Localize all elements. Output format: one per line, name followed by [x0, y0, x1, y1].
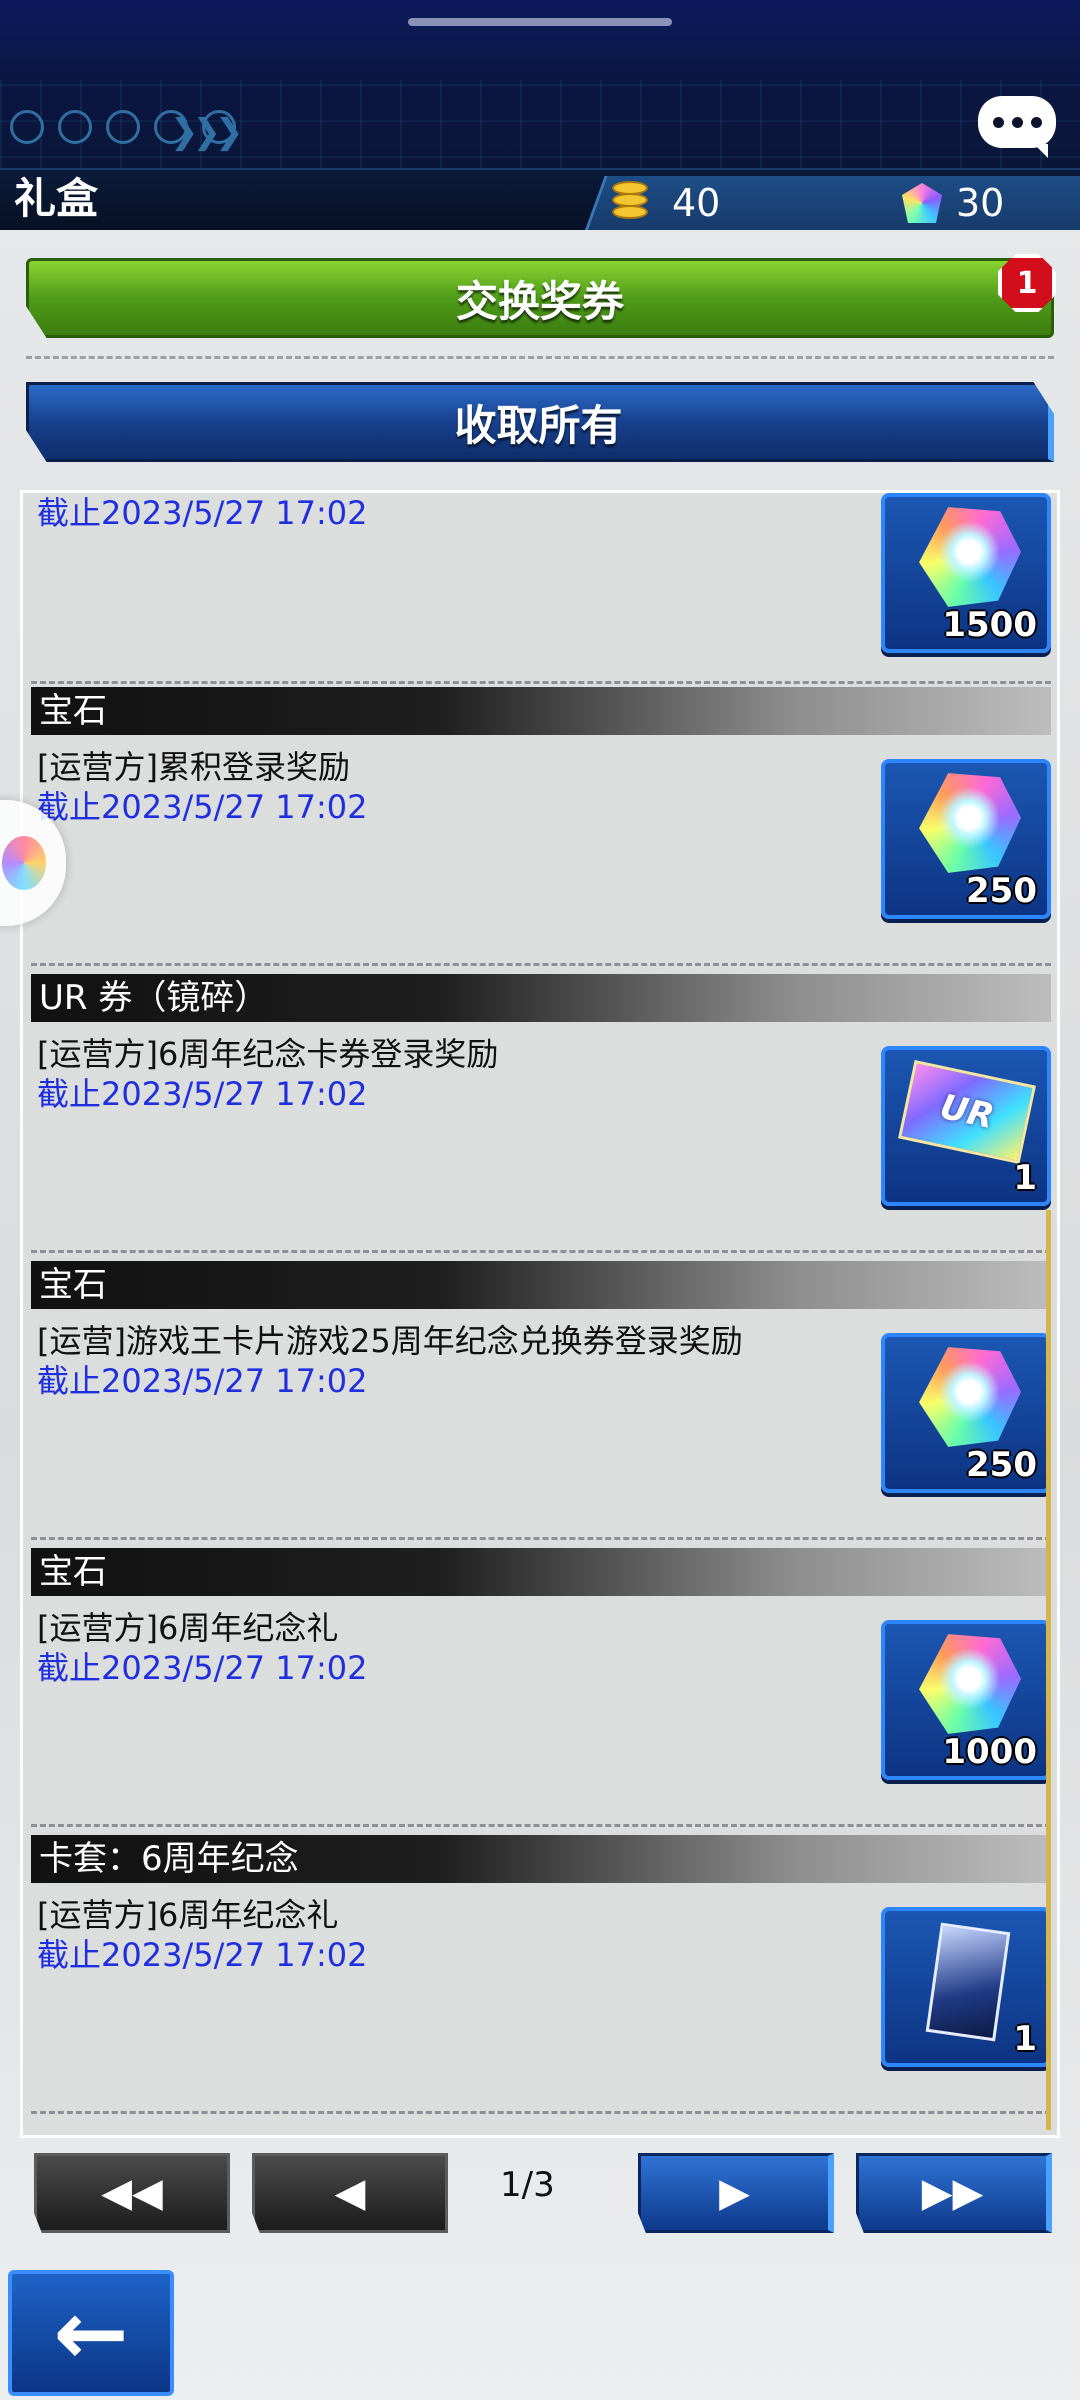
item-deadline: 截止2023/5/27 17:02	[37, 1362, 368, 1400]
item-description: [运营方]6周年纪念卡券登录奖励	[37, 1035, 499, 1073]
gem-count: 30	[956, 181, 1005, 225]
gem-icon	[902, 183, 942, 223]
reward-quantity: 1000	[942, 1732, 1037, 1772]
gem-icon	[919, 507, 1021, 607]
reward-quantity: 1	[1013, 1158, 1037, 1198]
item-description: [运营方]累积登录奖励	[37, 748, 350, 786]
reward-quantity: 250	[966, 1445, 1037, 1485]
gem-icon	[919, 1347, 1021, 1447]
back-button[interactable]: ←	[8, 2270, 174, 2396]
reward-thumbnail[interactable]: 250	[881, 759, 1051, 919]
list-item[interactable]: 宝石 [运营方]累积登录奖励 截止2023/5/27 17:02 250	[23, 687, 1057, 974]
item-description: [运营]游戏王卡片游戏25周年纪念兑换券登录奖励	[37, 1322, 743, 1360]
item-category: 卡套：6周年纪念	[31, 1835, 1051, 1883]
page-title: 礼盒	[14, 174, 99, 223]
reward-quantity: 250	[966, 871, 1037, 911]
list-item[interactable]: 卡套：6周年纪念 [运营方]6周年纪念礼 截止2023/5/27 17:02 1	[23, 1835, 1057, 2122]
card-sleeve-icon	[925, 1922, 1011, 2042]
divider	[31, 2111, 1051, 2114]
coin-counter: 40	[608, 172, 720, 234]
divider	[31, 1537, 1051, 1540]
list-item[interactable]: UR 券（镜碎） [运营方]6周年纪念卡券登录奖励 截止2023/5/27 17…	[23, 974, 1057, 1261]
gem-icon	[919, 1634, 1021, 1734]
gem-counter: 30	[902, 172, 1004, 234]
reward-thumbnail[interactable]: 1500	[881, 493, 1051, 653]
chevrons-decoration-icon: ❯❯❯	[170, 112, 244, 152]
coin-count: 40	[672, 181, 721, 225]
item-deadline: 截止2023/5/27 17:02	[37, 1936, 368, 1974]
reward-thumbnail[interactable]: 1	[881, 1907, 1051, 2067]
item-deadline: 截止2023/5/27 17:02	[37, 494, 368, 532]
divider	[31, 1824, 1051, 1827]
item-description: [运营方]6周年纪念礼	[37, 1896, 339, 1934]
divider	[31, 1250, 1051, 1253]
last-page-button[interactable]: ▶▶	[856, 2153, 1052, 2233]
reward-thumbnail[interactable]: UR 1	[881, 1046, 1051, 1206]
divider	[31, 963, 1051, 966]
first-page-button[interactable]: ◀◀	[34, 2153, 230, 2233]
item-category: 宝石	[31, 1548, 1051, 1596]
item-description: [运营方]6周年纪念礼	[37, 1609, 339, 1647]
coins-icon	[608, 179, 658, 227]
exchange-ticket-button[interactable]: 交换奖券	[26, 258, 1054, 338]
collect-all-button[interactable]: 收取所有	[26, 382, 1054, 462]
reward-quantity: 1	[1013, 2019, 1037, 2059]
list-item[interactable]: 宝石 [运营方]6周年纪念礼 截止2023/5/27 17:02 1000	[23, 1548, 1057, 1835]
item-category: UR 券（镜碎）	[31, 974, 1051, 1022]
item-deadline: 截止2023/5/27 17:02	[37, 1649, 368, 1687]
status-bar-notch	[408, 18, 672, 26]
next-page-button[interactable]: ▶	[638, 2153, 834, 2233]
list-item[interactable]: 截止2023/5/27 17:02 1500	[23, 493, 1057, 684]
scrollbar[interactable]	[1046, 1210, 1051, 2130]
ur-ticket-icon: UR	[898, 1059, 1036, 1165]
reward-thumbnail[interactable]: 1000	[881, 1620, 1051, 1780]
previous-page-button[interactable]: ◀	[252, 2153, 448, 2233]
item-category: 宝石	[31, 1261, 1051, 1309]
reward-thumbnail[interactable]: 250	[881, 1333, 1051, 1493]
item-deadline: 截止2023/5/27 17:02	[37, 1075, 368, 1113]
reward-quantity: 1500	[942, 605, 1037, 645]
item-deadline: 截止2023/5/27 17:02	[37, 788, 368, 826]
chat-icon[interactable]	[978, 96, 1056, 158]
item-category: 宝石	[31, 687, 1051, 735]
list-item[interactable]: 宝石 [运营]游戏王卡片游戏25周年纪念兑换券登录奖励 截止2023/5/27 …	[23, 1261, 1057, 1548]
gift-list[interactable]: 截止2023/5/27 17:02 1500 宝石 [运营方]累积登录奖励 截止…	[20, 490, 1060, 2138]
divider	[31, 681, 1051, 684]
divider	[26, 356, 1054, 359]
gem-icon	[919, 773, 1021, 873]
page-indicator: 1/3	[500, 2165, 555, 2205]
